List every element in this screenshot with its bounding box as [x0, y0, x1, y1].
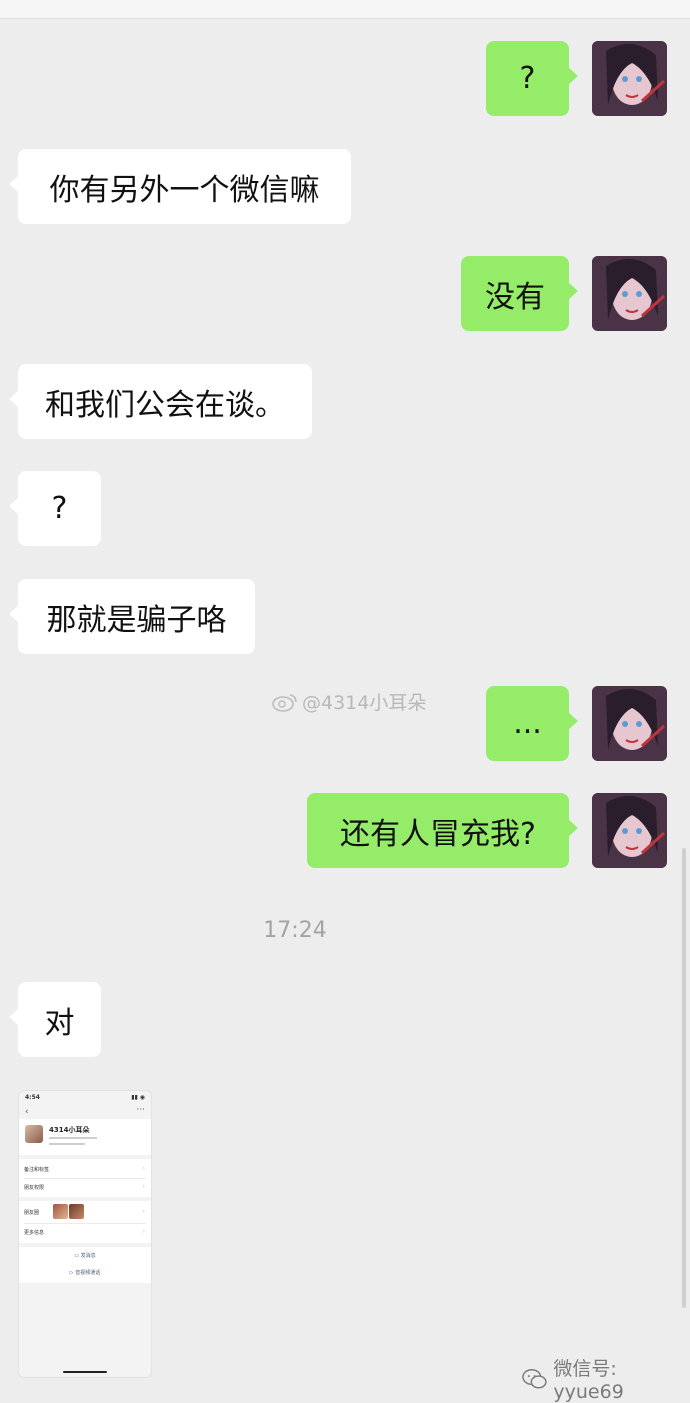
message-bubble-incoming[interactable]: 对 [9, 982, 101, 1057]
message-text: ? [519, 61, 536, 96]
chevron-right-icon: › [142, 1228, 145, 1235]
screenshot-profile-name: 4314小耳朵 [49, 1126, 90, 1134]
back-arrow-icon: ‹ [25, 1107, 29, 1117]
screenshot-send-message: ▭ 发消息 [74, 1253, 96, 1259]
screenshot-item: 更多信息 [24, 1230, 45, 1236]
wechat-watermark-text: 微信号: yyue69 [553, 1358, 624, 1403]
message-bubble-outgoing[interactable]: 还有人冒充我? [307, 793, 578, 868]
screenshot-item: 备注和标签 [24, 1167, 50, 1173]
my-avatar[interactable] [592, 793, 667, 868]
chevron-right-icon: › [142, 1183, 145, 1190]
my-avatar[interactable] [592, 256, 667, 331]
message-text: 那就是骗子咯 [46, 602, 227, 638]
moments-thumbnail [69, 1204, 84, 1219]
screenshot-item: 朋友权限 [24, 1185, 45, 1191]
message-timestamp: 17:24 [263, 918, 327, 943]
message-bubble-outgoing[interactable]: 没有 [461, 256, 578, 331]
screenshot-video-call: ▷ 音视频通话 [69, 1270, 101, 1276]
screenshot-section: 备注和标签 › 朋友权限 › [19, 1159, 151, 1197]
screenshot-profile-card: 4314小耳朵 [19, 1119, 151, 1155]
my-avatar[interactable] [592, 41, 667, 116]
weibo-watermark-text: @4314小耳朵 [302, 692, 427, 714]
message-bubble-incoming[interactable]: 你有另外一个微信嘛 [9, 149, 351, 224]
screenshot-actions: ▭ 发消息 ▷ 音视频通话 [19, 1247, 151, 1283]
message-text: ... [513, 706, 542, 741]
image-message-profile-screenshot[interactable]: 4:54 ▮▮ ◉ ‹ ··· 4314小耳朵 备注和标签 › 朋友权限 › 朋… [18, 1090, 152, 1378]
chevron-right-icon: › [142, 1208, 145, 1215]
message-bubble-outgoing[interactable]: ? [486, 41, 578, 116]
wechat-icon [522, 1368, 547, 1389]
weibo-watermark: @4314小耳朵 [272, 688, 426, 715]
screenshot-detail-line [49, 1137, 97, 1139]
message-text: ? [51, 491, 68, 526]
divider [24, 1223, 146, 1224]
message-text: 没有 [485, 279, 545, 315]
message-text: 和我们公会在谈。 [45, 387, 285, 423]
my-avatar[interactable] [592, 686, 667, 761]
screenshot-video-call-label: 音视频通话 [75, 1270, 101, 1276]
message-text: 还有人冒充我? [340, 816, 536, 852]
chevron-right-icon: › [142, 1165, 145, 1172]
screenshot-avatar [25, 1125, 43, 1143]
wechat-watermark: 微信号: yyue69 [522, 1354, 690, 1403]
divider [24, 1178, 146, 1179]
screenshot-status-icons: ▮▮ ◉ [131, 1094, 145, 1101]
screenshot-home-indicator [63, 1371, 107, 1373]
screenshot-status-time: 4:54 [25, 1094, 40, 1101]
screenshot-item: 朋友圈 [24, 1210, 40, 1216]
message-text: 对 [44, 1005, 75, 1041]
message-text: 你有另外一个微信嘛 [49, 172, 320, 208]
screenshot-section: 朋友圈 › 更多信息 › [19, 1201, 151, 1243]
message-bubble-incoming[interactable]: 和我们公会在谈。 [9, 364, 312, 439]
screenshot-send-message-label: 发消息 [80, 1253, 96, 1259]
message-bubble-incoming[interactable]: ? [9, 471, 101, 546]
top-edge-bar [0, 0, 690, 19]
scrollbar[interactable] [682, 848, 686, 1308]
message-bubble-outgoing[interactable]: ... [486, 686, 578, 761]
moments-thumbnail [53, 1204, 68, 1219]
screenshot-detail-line [49, 1143, 85, 1145]
message-bubble-incoming[interactable]: 那就是骗子咯 [9, 579, 255, 654]
weibo-icon [272, 693, 297, 712]
more-icon: ··· [136, 1105, 145, 1115]
